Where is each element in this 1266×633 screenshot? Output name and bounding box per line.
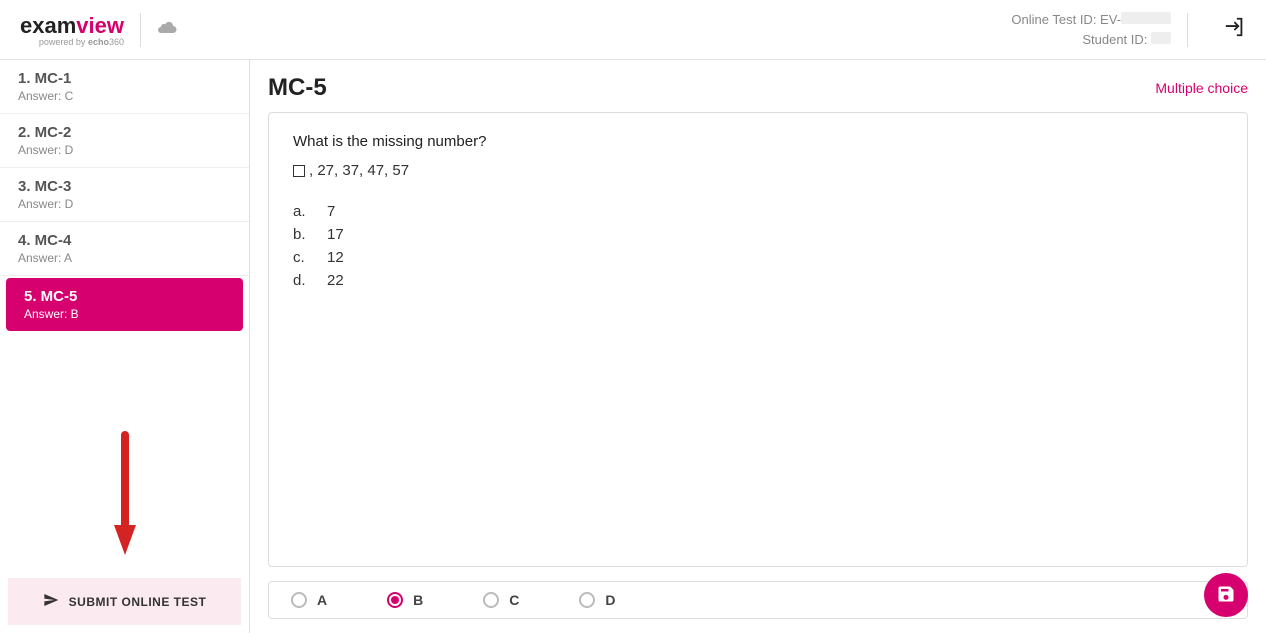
nav-item-mc2[interactable]: 2. MC-2 Answer: D — [0, 114, 249, 168]
blank-box-icon — [293, 165, 305, 177]
answer-option-c[interactable]: C — [483, 592, 519, 608]
answer-option-b[interactable]: B — [387, 592, 423, 608]
radio-icon — [291, 592, 307, 608]
choice-c: c. 12 — [293, 249, 1223, 266]
nav-item-answer: Answer: C — [18, 89, 231, 103]
logo: examview powered by echo360 — [20, 13, 124, 47]
choice-d: d. 22 — [293, 272, 1223, 289]
save-icon — [1216, 584, 1236, 607]
choice-a: a. 7 — [293, 203, 1223, 220]
logo-text-part2: view — [76, 13, 124, 38]
answer-option-a[interactable]: A — [291, 592, 327, 608]
radio-icon — [483, 592, 499, 608]
question-title: MC-5 — [268, 74, 327, 102]
choice-b: b. 17 — [293, 226, 1223, 243]
student-id-label: Student ID: — [1082, 32, 1151, 47]
save-button[interactable] — [1204, 573, 1248, 617]
test-id-value — [1121, 12, 1171, 24]
submit-label: SUBMIT ONLINE TEST — [69, 595, 207, 609]
nav-item-mc4[interactable]: 4. MC-4 Answer: A — [0, 222, 249, 276]
radio-icon — [387, 592, 403, 608]
nav-item-answer: Answer: D — [18, 143, 231, 157]
sidebar: 1. MC-1 Answer: C 2. MC-2 Answer: D 3. M… — [0, 60, 250, 633]
arrow-annotation — [0, 420, 249, 570]
paper-plane-icon — [43, 592, 59, 611]
main-panel: MC-5 Multiple choice What is the missing… — [250, 60, 1266, 633]
header-divider — [140, 13, 141, 47]
question-content-panel: What is the missing number? , 27, 37, 47… — [268, 112, 1248, 567]
nav-item-answer: Answer: A — [18, 251, 231, 265]
nav-item-mc3[interactable]: 3. MC-3 Answer: D — [0, 168, 249, 222]
nav-item-title: 4. MC-4 — [18, 232, 231, 249]
answer-bar: A B C D — [268, 581, 1248, 619]
nav-item-title: 1. MC-1 — [18, 70, 231, 87]
choices-list: a. 7 b. 17 c. 12 d. 22 — [293, 203, 1223, 289]
header-divider — [1187, 13, 1188, 47]
radio-icon — [579, 592, 595, 608]
question-header: MC-5 Multiple choice — [268, 74, 1248, 102]
student-id-value — [1151, 32, 1171, 44]
question-sequence: , 27, 37, 47, 57 — [293, 162, 1223, 179]
nav-item-mc1[interactable]: 1. MC-1 Answer: C — [0, 60, 249, 114]
content: 1. MC-1 Answer: C 2. MC-2 Answer: D 3. M… — [0, 60, 1266, 633]
question-text: What is the missing number? — [293, 133, 1223, 150]
nav-item-title: 5. MC-5 — [24, 288, 225, 305]
nav-item-answer: Answer: D — [18, 197, 231, 211]
question-nav-list: 1. MC-1 Answer: C 2. MC-2 Answer: D 3. M… — [0, 60, 249, 420]
test-id-label: Online Test ID: EV- — [1011, 12, 1121, 27]
question-type-label: Multiple choice — [1155, 80, 1248, 96]
app-header: examview powered by echo360 Online Test … — [0, 0, 1266, 60]
submit-online-test-button[interactable]: SUBMIT ONLINE TEST — [8, 578, 241, 625]
nav-item-mc5[interactable]: 5. MC-5 Answer: B — [6, 278, 243, 331]
nav-item-answer: Answer: B — [24, 307, 225, 321]
cloud-icon — [157, 20, 177, 39]
nav-item-title: 3. MC-3 — [18, 178, 231, 195]
logo-subtitle: powered by echo360 — [20, 37, 124, 47]
nav-item-title: 2. MC-2 — [18, 124, 231, 141]
test-meta: Online Test ID: EV- Student ID: — [1011, 10, 1171, 49]
answer-option-d[interactable]: D — [579, 592, 615, 608]
exit-icon[interactable] — [1224, 16, 1246, 43]
logo-text-part1: exam — [20, 13, 76, 38]
